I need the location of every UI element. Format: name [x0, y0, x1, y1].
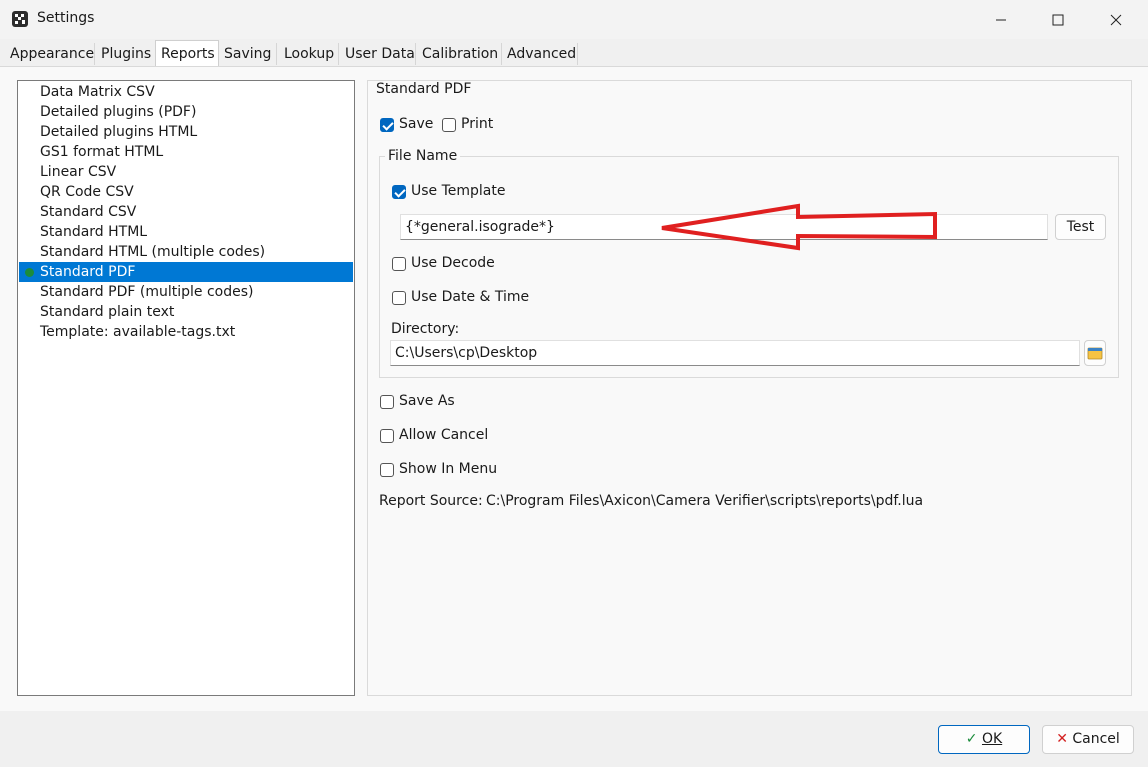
tab-separator — [338, 43, 339, 65]
list-item[interactable]: Detailed plugins HTML — [19, 122, 353, 142]
close-icon — [1110, 14, 1122, 25]
list-item[interactable]: Standard HTML (multiple codes) — [19, 242, 353, 262]
tab-lookup[interactable]: Lookup — [280, 43, 338, 65]
title-bar — [0, 0, 1148, 39]
allow-cancel-label[interactable]: Allow Cancel — [399, 427, 488, 443]
save-label[interactable]: Save — [399, 116, 433, 132]
app-icon — [12, 11, 28, 27]
tab-calibration[interactable]: Calibration — [418, 43, 502, 65]
tab-separator — [276, 43, 277, 65]
directory-input[interactable]: C:\Users\cp\Desktop — [390, 340, 1080, 366]
list-item[interactable]: Standard PDF (multiple codes) — [19, 282, 353, 302]
tab-appearance[interactable]: Appearance — [6, 43, 98, 65]
browse-folder-button[interactable] — [1084, 340, 1106, 366]
close-window-button[interactable] — [1093, 0, 1139, 39]
print-label[interactable]: Print — [461, 116, 493, 132]
minimize-button[interactable] — [978, 0, 1024, 39]
allow-cancel-checkbox[interactable] — [380, 429, 394, 443]
tab-user-data[interactable]: User Data — [341, 43, 419, 65]
folder-icon — [1087, 347, 1103, 360]
status-dot-icon — [25, 268, 34, 277]
list-item[interactable]: Standard CSV — [19, 202, 353, 222]
use-decode-checkbox[interactable] — [392, 257, 406, 271]
window-title: Settings — [37, 10, 95, 26]
cancel-label: Cancel — [1072, 731, 1120, 747]
report-source-label: Report Source: — [379, 493, 483, 509]
cancel-button[interactable]: ✕ Cancel — [1042, 725, 1134, 754]
list-item[interactable]: Linear CSV — [19, 162, 353, 182]
ok-label: OK — [981, 731, 1003, 747]
report-list[interactable]: Data Matrix CSV Detailed plugins (PDF) D… — [17, 80, 355, 696]
tab-saving[interactable]: Saving — [220, 43, 275, 65]
tab-plugins[interactable]: Plugins — [97, 43, 155, 65]
maximize-button[interactable] — [1035, 0, 1081, 39]
list-item[interactable]: GS1 format HTML — [19, 142, 353, 162]
panel-heading: Standard PDF — [376, 81, 472, 97]
list-item[interactable]: Standard HTML — [19, 222, 353, 242]
use-date-time-checkbox[interactable] — [392, 291, 406, 305]
maximize-icon — [1052, 14, 1064, 25]
report-source-path: C:\Program Files\Axicon\Camera Verifier\… — [486, 493, 924, 509]
list-item[interactable]: Detailed plugins (PDF) — [19, 102, 353, 122]
show-in-menu-checkbox[interactable] — [380, 463, 394, 477]
use-template-checkbox[interactable] — [392, 185, 406, 199]
directory-label: Directory: — [391, 321, 460, 337]
file-name-group-title: File Name — [385, 148, 461, 164]
tab-separator — [94, 43, 95, 65]
list-item-label: Standard PDF — [40, 264, 136, 280]
list-item[interactable]: Standard plain text — [19, 302, 353, 322]
use-template-label[interactable]: Use Template — [411, 183, 506, 199]
checkmark-icon: ✓ — [965, 731, 978, 747]
tab-separator — [501, 43, 502, 65]
tab-reports[interactable]: Reports — [157, 43, 219, 65]
annotation-arrow-icon — [661, 203, 937, 251]
tab-separator — [415, 43, 416, 65]
use-date-time-label[interactable]: Use Date & Time — [411, 289, 529, 305]
minimize-icon — [996, 19, 1006, 20]
list-item[interactable]: Data Matrix CSV — [19, 82, 353, 102]
list-item[interactable]: QR Code CSV — [19, 182, 353, 202]
show-in-menu-label[interactable]: Show In Menu — [399, 461, 497, 477]
save-as-label[interactable]: Save As — [399, 393, 455, 409]
tab-separator — [577, 43, 578, 65]
x-icon: ✕ — [1056, 731, 1068, 747]
use-decode-label[interactable]: Use Decode — [411, 255, 495, 271]
save-as-checkbox[interactable] — [380, 395, 394, 409]
test-button[interactable]: Test — [1055, 214, 1106, 240]
list-item-selected[interactable]: Standard PDF — [19, 262, 353, 282]
list-item[interactable]: Template: available-tags.txt — [19, 322, 353, 342]
print-checkbox[interactable] — [442, 118, 456, 132]
tab-advanced[interactable]: Advanced — [503, 43, 580, 65]
save-checkbox[interactable] — [380, 118, 394, 132]
ok-button[interactable]: ✓ OK — [938, 725, 1030, 754]
